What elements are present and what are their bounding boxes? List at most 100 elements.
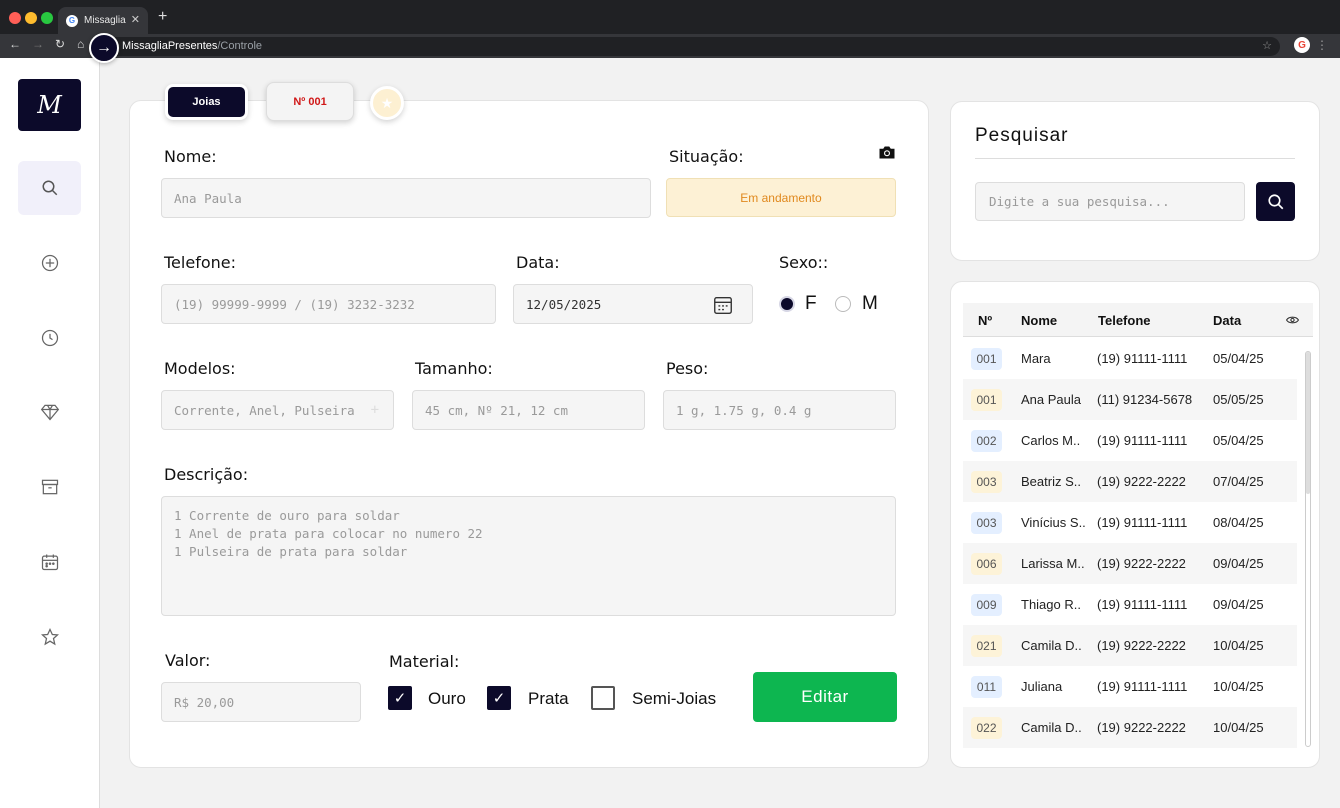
minimize-window-button[interactable] (25, 12, 37, 24)
status-badge: Em andamento (666, 178, 896, 217)
sexo-f-radio[interactable] (779, 296, 795, 312)
calendar-icon (41, 554, 58, 571)
check-icon: ✓ (393, 690, 407, 707)
search-input[interactable]: Digite a sua pesquisa... (975, 182, 1245, 221)
table-header: Nº Nome Telefone Data (963, 303, 1313, 337)
row-data: 07/04/25 (1213, 474, 1264, 489)
table-row[interactable]: 001 Ana Paula (11) 91234-5678 05/05/25 (963, 379, 1297, 420)
browser-tab[interactable]: G Missaglia ✕ (58, 7, 148, 34)
check-icon: ✓ (492, 690, 506, 707)
semi-joias-checkbox[interactable] (591, 686, 615, 710)
telefone-label: Telefone: (164, 253, 236, 272)
order-number-tab[interactable]: Nº 001 (266, 82, 354, 121)
url-path: /Controle (217, 40, 263, 52)
ouro-checkbox[interactable]: ✓ (388, 686, 412, 710)
home-icon[interactable]: ⌂ (77, 37, 84, 51)
tamanho-label: Tamanho: (415, 359, 493, 378)
tab-joias[interactable]: Joias (165, 84, 248, 120)
col-num: Nº (978, 313, 993, 328)
col-nome: Nome (1021, 313, 1058, 328)
sidebar-item-calendar[interactable] (18, 535, 81, 589)
expand-sidebar-button[interactable]: → (89, 33, 119, 63)
row-number-badge: 021 (971, 635, 1002, 657)
row-nome: Beatriz S.. (1021, 474, 1081, 489)
close-tab-icon[interactable]: ✕ (131, 13, 140, 26)
row-telefone: (19) 91111-1111 (1097, 433, 1188, 448)
scrollbar[interactable] (1305, 351, 1311, 747)
star-icon (40, 628, 59, 646)
table-row[interactable]: 003 Beatriz S.. (19) 9222-2222 07/04/25 (963, 461, 1297, 502)
row-data: 05/04/25 (1213, 351, 1264, 366)
new-tab-button[interactable]: + (158, 8, 167, 26)
table-row[interactable]: 021 Camila D.. (19) 9222-2222 10/04/25 (963, 625, 1297, 666)
table-row[interactable]: 022 Camila D.. (19) 9222-2222 10/04/25 (963, 707, 1297, 748)
table-row[interactable]: 011 Juliana (19) 91111-1111 10/04/25 (963, 666, 1297, 707)
table-row[interactable]: 001 Mara (19) 91111-1111 05/04/25 (963, 338, 1297, 379)
sidebar-item-history[interactable] (18, 311, 81, 365)
peso-field[interactable]: 1 g, 1.75 g, 0.4 g (663, 390, 896, 430)
sidebar-item-search[interactable] (18, 161, 81, 215)
row-data: 10/04/25 (1213, 679, 1264, 694)
forward-icon[interactable]: → (32, 37, 44, 51)
descricao-textarea[interactable]: 1 Corrente de ouro para soldar 1 Anel de… (161, 496, 896, 616)
table-row[interactable]: 003 Vinícius S.. (19) 91111-1111 08/04/25 (963, 502, 1297, 543)
row-telefone: (19) 91111-1111 (1097, 679, 1188, 694)
favorite-button[interactable]: ★ (370, 86, 404, 120)
row-nome: Thiago R.. (1021, 597, 1081, 612)
row-nome: Camila D.. (1021, 638, 1082, 653)
camera-icon[interactable] (878, 145, 896, 163)
google-favicon-icon: G (66, 14, 78, 27)
add-model-icon[interactable]: + (371, 402, 379, 418)
descricao-line: 1 Anel de prata para colocar no numero 2… (174, 526, 483, 541)
sexo-m-label: M (862, 293, 878, 314)
sidebar-item-add[interactable] (18, 236, 81, 290)
edit-button[interactable]: Editar (753, 672, 897, 722)
valor-label: Valor: (165, 651, 211, 670)
sexo-m-radio[interactable] (835, 296, 851, 312)
sidebar-item-archive[interactable] (18, 460, 81, 514)
maximize-window-button[interactable] (41, 12, 53, 24)
row-nome: Larissa M.. (1021, 556, 1085, 571)
semi-joias-label: Semi-Joias (632, 689, 717, 708)
close-window-button[interactable] (9, 12, 21, 24)
prata-checkbox[interactable]: ✓ (487, 686, 511, 710)
col-telefone: Telefone (1098, 313, 1151, 328)
table-row[interactable]: 009 Thiago R.. (19) 91111-1111 09/04/25 (963, 584, 1297, 625)
google-account-icon[interactable]: G (1294, 37, 1310, 53)
descricao-line: 1 Pulseira de prata para soldar (174, 544, 408, 559)
row-telefone: (19) 91111-1111 (1097, 597, 1188, 612)
row-number-badge: 006 (971, 553, 1002, 575)
modelos-field[interactable]: Corrente, Anel, Pulseira + (161, 390, 394, 430)
date-field[interactable]: 12/05/2025 (513, 284, 753, 324)
sidebar-item-jewelry[interactable] (18, 385, 81, 439)
material-label: Material: (389, 652, 460, 671)
sidebar-item-favorites[interactable] (18, 610, 81, 664)
reload-icon[interactable]: ↻ (55, 37, 65, 51)
search-button[interactable] (1256, 182, 1295, 221)
sexo-label: Sexo:: (779, 253, 829, 272)
table-row[interactable]: 006 Larissa M.. (19) 9222-2222 09/04/25 (963, 543, 1297, 584)
browser-menu-icon[interactable]: ⋮ (1316, 38, 1328, 52)
tamanho-field[interactable]: 45 cm, Nº 21, 12 cm (412, 390, 645, 430)
row-data: 09/04/25 (1213, 556, 1264, 571)
row-telefone: (11) 91234-5678 (1097, 392, 1193, 407)
row-nome: Camila D.. (1021, 720, 1082, 735)
address-bar[interactable]: 🔒 MissagliaPresentes/Controle ☆ (96, 37, 1280, 56)
row-number-badge: 001 (971, 389, 1002, 411)
table-row[interactable]: 002 Carlos M.. (19) 91111-1111 05/04/25 (963, 420, 1297, 461)
nome-field[interactable]: Ana Paula (161, 178, 651, 218)
bookmark-star-icon[interactable]: ☆ (1262, 37, 1272, 56)
back-icon[interactable]: ← (9, 37, 21, 51)
valor-field[interactable]: R$ 20,00 (161, 682, 361, 722)
scrollbar-thumb[interactable] (1306, 352, 1310, 494)
row-number-badge: 003 (971, 471, 1002, 493)
ouro-label: Ouro (428, 689, 466, 708)
row-telefone: (19) 91111-1111 (1097, 515, 1188, 530)
diamond-icon (40, 404, 59, 421)
browser-chrome: G Missaglia ✕ + ← → ↻ ⌂ 🔒 MissagliaPrese… (0, 0, 1340, 58)
col-data: Data (1213, 313, 1242, 328)
telefone-field[interactable]: (19) 99999-9999 / (19) 3232-3232 (161, 284, 496, 324)
row-data: 08/04/25 (1213, 515, 1264, 530)
row-telefone: (19) 91111-1111 (1097, 351, 1188, 366)
row-nome: Mara (1021, 351, 1051, 366)
